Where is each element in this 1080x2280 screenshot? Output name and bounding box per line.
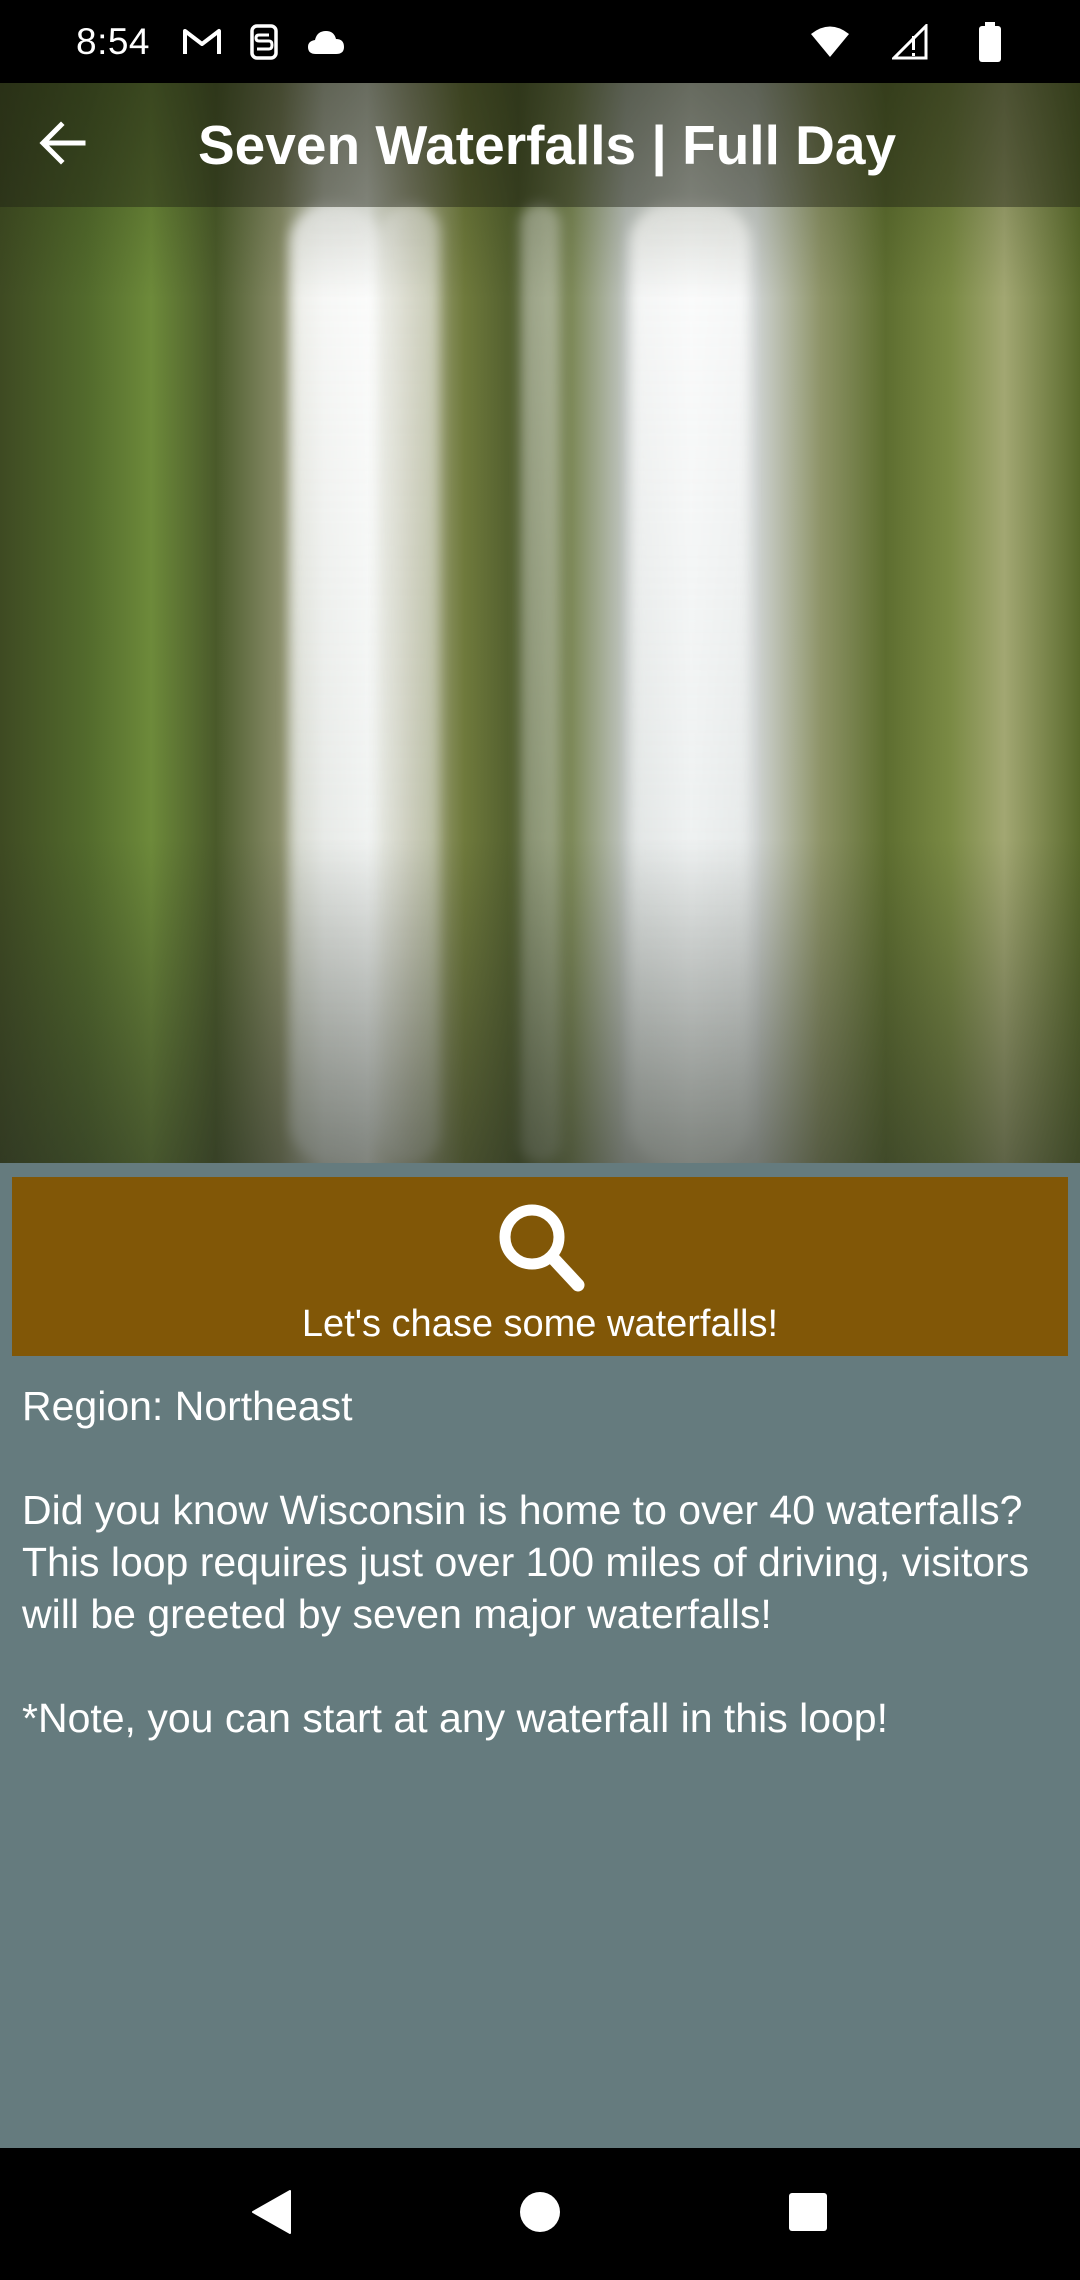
nav-back-button[interactable] [202, 2148, 342, 2280]
chase-button-label: Let's chase some waterfalls! [301, 1303, 779, 1345]
signal-icon [888, 20, 932, 64]
app-bar: Seven Waterfalls | Full Day [0, 83, 1080, 207]
hero-waterfall-image [0, 83, 1080, 1163]
navigation-bar [0, 2148, 1080, 2280]
chase-waterfalls-button[interactable]: Let's chase some waterfalls! [12, 1177, 1068, 1356]
status-bar: 8:54 [0, 0, 1080, 83]
nav-home-button[interactable] [470, 2148, 610, 2280]
sync-icon [242, 20, 286, 64]
nav-recents-icon [788, 2192, 828, 2237]
cloud-icon [304, 20, 348, 64]
arrow-back-icon [37, 120, 87, 170]
nav-back-icon [250, 2189, 294, 2240]
status-time: 8:54 [76, 20, 151, 62]
wifi-icon [808, 20, 852, 64]
back-button[interactable] [0, 83, 124, 207]
region-text: Region: Northeast [22, 1383, 353, 1429]
nav-recents-button[interactable] [738, 2148, 878, 2280]
search-icon [490, 1197, 590, 1297]
page-title: Seven Waterfalls | Full Day [198, 114, 897, 176]
nav-home-icon [519, 2191, 561, 2238]
trip-description: Region: Northeast Did you know Wisconsin… [22, 1380, 1058, 1744]
description-text: Did you know Wisconsin is home to over 4… [22, 1487, 1030, 1637]
battery-icon [968, 20, 1012, 64]
gmail-icon [180, 20, 224, 64]
note-text: *Note, you can start at any waterfall in… [22, 1695, 889, 1741]
